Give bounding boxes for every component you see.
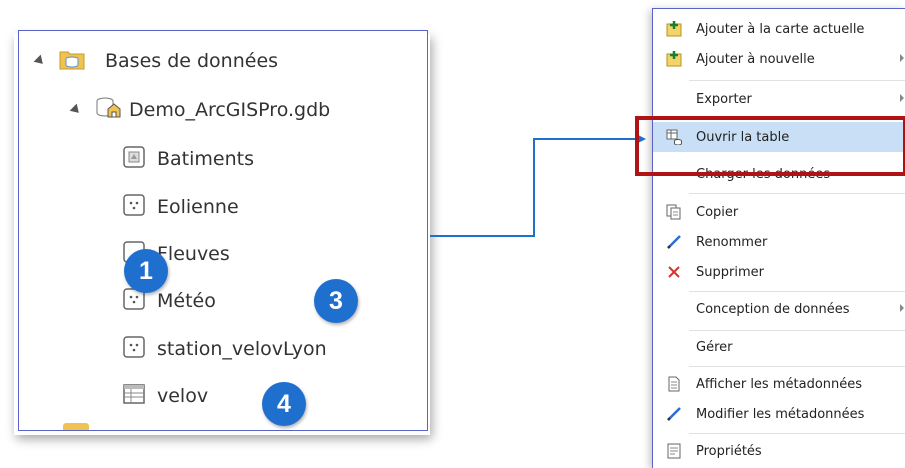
submenu-arrow-icon — [900, 304, 904, 312]
rename-pencil-icon — [666, 234, 682, 250]
menu-separator — [689, 193, 905, 194]
menu-item-label: Copier — [696, 204, 739, 220]
context-menu: Ajouter à la carte actuelle Ajouter à no… — [652, 8, 905, 468]
submenu-arrow-icon — [900, 94, 904, 102]
add-to-new-icon — [666, 51, 682, 67]
edit-metadata-pencil-icon — [666, 406, 682, 422]
menu-item-label: Modifier les métadonnées — [696, 406, 865, 422]
menu-item-data-design[interactable]: Conception de données — [653, 294, 905, 324]
menu-item-add-to-new[interactable]: Ajouter à nouvelle — [653, 44, 905, 74]
menu-item-export[interactable]: Exporter — [653, 84, 905, 114]
menu-item-rename[interactable]: Renommer — [653, 227, 905, 257]
menu-item-label: Renommer — [696, 234, 768, 250]
highlight-frame — [635, 116, 905, 176]
add-to-map-icon — [666, 21, 682, 37]
menu-separator — [689, 433, 905, 434]
menu-item-label: Ajouter à la carte actuelle — [696, 21, 865, 37]
delete-x-icon — [666, 264, 682, 280]
menu-separator — [689, 366, 905, 367]
menu-item-label: Exporter — [696, 91, 752, 107]
menu-item-manage[interactable]: Gérer — [653, 332, 905, 362]
metadata-document-icon — [666, 376, 682, 392]
menu-item-add-to-current-map[interactable]: Ajouter à la carte actuelle — [653, 14, 905, 44]
copy-icon — [666, 204, 682, 220]
submenu-arrow-icon — [900, 54, 904, 62]
menu-item-label: Gérer — [696, 339, 733, 355]
menu-separator — [689, 291, 905, 292]
menu-separator — [689, 330, 905, 331]
menu-item-label: Afficher les métadonnées — [696, 376, 863, 392]
menu-separator — [689, 80, 905, 81]
menu-item-properties[interactable]: Propriétés — [653, 436, 905, 466]
menu-item-view-metadata[interactable]: Afficher les métadonnées — [653, 369, 905, 399]
menu-item-label: Propriétés — [696, 443, 762, 459]
menu-item-delete[interactable]: Supprimer — [653, 257, 905, 287]
menu-item-copy[interactable]: Copier — [653, 197, 905, 227]
menu-item-label: Ajouter à nouvelle — [696, 51, 815, 67]
properties-icon — [666, 443, 682, 459]
menu-item-label: Conception de données — [696, 301, 850, 317]
menu-item-label: Supprimer — [696, 264, 764, 280]
menu-item-edit-metadata[interactable]: Modifier les métadonnées — [653, 399, 905, 429]
